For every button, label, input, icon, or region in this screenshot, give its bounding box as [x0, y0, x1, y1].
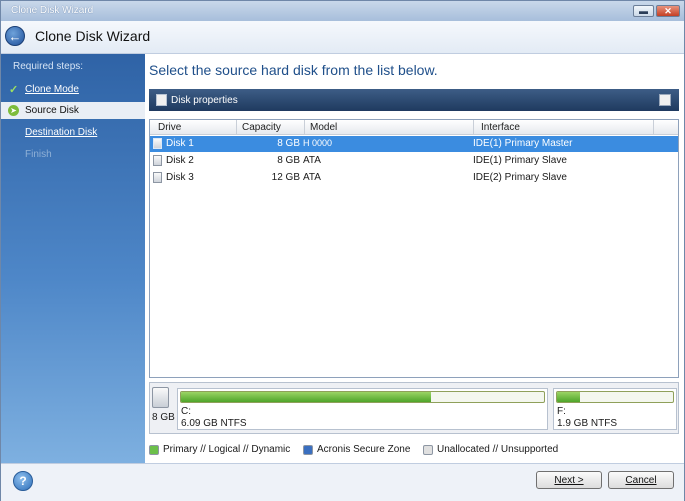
cell-model: ATA: [303, 155, 321, 166]
partition-usage-fill: [181, 392, 432, 402]
window-title: Clone Disk Wizard: [11, 5, 94, 16]
cell-drive: Disk 1: [166, 138, 194, 149]
steps-heading: Required steps:: [13, 61, 84, 72]
partition-info: 1.9 GB NTFS: [557, 418, 618, 429]
column-header-drive[interactable]: Drive: [158, 122, 181, 133]
partition-name: C:: [181, 406, 191, 417]
sidebar-item-label: Clone Mode: [25, 84, 79, 95]
checkmark-icon: ✓: [9, 84, 19, 96]
cell-capacity: 8 GB: [277, 138, 300, 149]
column-divider[interactable]: [236, 120, 237, 134]
disk-size-label: 8 GB: [152, 412, 175, 423]
legend-label: Acronis Secure Zone: [317, 444, 411, 455]
steps-sidebar: Required steps: ✓ Clone Mode ➤ Source Di…: [1, 54, 145, 463]
column-header-capacity[interactable]: Capacity: [242, 122, 281, 133]
column-divider[interactable]: [304, 120, 305, 134]
table-row[interactable]: Disk 3 12 GB ATA IDE(2) Primary Slave: [150, 170, 678, 186]
sidebar-item-finish: Finish: [1, 146, 145, 163]
wizard-header: ← Clone Disk Wizard: [1, 21, 684, 54]
column-header-interface[interactable]: Interface: [481, 122, 520, 133]
partition-legend: Primary // Logical // Dynamic Acronis Se…: [149, 444, 679, 458]
cell-drive: Disk 2: [166, 155, 194, 166]
disk-icon: [153, 138, 162, 149]
legend-swatch: [423, 444, 433, 455]
partition-info: 6.09 GB NTFS: [181, 418, 247, 429]
legend-swatch: [303, 444, 313, 455]
instruction-text: Select the source hard disk from the lis…: [149, 62, 438, 78]
column-divider[interactable]: [473, 120, 474, 134]
partition-usage-fill: [557, 392, 581, 402]
cell-model: ATA: [303, 172, 321, 183]
cell-model: H 0000: [303, 138, 333, 148]
wizard-footer: ? Next > Cancel: [1, 463, 684, 501]
table-row[interactable]: Disk 2 8 GB ATA IDE(1) Primary Slave: [150, 153, 678, 169]
sidebar-item-source-disk: ➤ Source Disk: [1, 102, 145, 119]
legend-label: Primary // Logical // Dynamic: [163, 444, 291, 455]
column-header-model[interactable]: Model: [310, 122, 337, 133]
cell-capacity: 12 GB: [271, 172, 300, 183]
sidebar-item-clone-mode[interactable]: ✓ Clone Mode: [1, 81, 145, 98]
sidebar-item-label: Source Disk: [25, 105, 79, 116]
cell-interface: IDE(1) Primary Slave: [473, 155, 567, 166]
legend-label: Unallocated // Unsupported: [437, 444, 559, 455]
table-header: Drive Capacity Model Interface: [150, 120, 678, 135]
disk-map: 8 GB C: 6.09 GB NTFS F: 1.9 GB NTFS: [149, 382, 679, 434]
close-icon: ✕: [664, 5, 672, 16]
next-button-label: Next >: [554, 474, 584, 486]
back-button[interactable]: ←: [5, 26, 25, 46]
partition-usage-bar: [180, 391, 545, 403]
legend-item-unallocated: Unallocated // Unsupported: [423, 444, 558, 455]
main-panel: Select the source hard disk from the lis…: [145, 54, 684, 463]
cell-drive: Disk 3: [166, 172, 194, 183]
legend-item-primary: Primary // Logical // Dynamic: [149, 444, 290, 455]
table-row[interactable]: Disk 1 8 GB H 0000 IDE(1) Primary Master: [150, 136, 678, 152]
disk-icon: [153, 172, 162, 183]
cell-capacity: 8 GB: [277, 155, 300, 166]
partition-f[interactable]: F: 1.9 GB NTFS: [553, 388, 677, 430]
legend-swatch: [149, 444, 159, 455]
sidebar-item-label: Finish: [25, 149, 52, 160]
help-icon: ?: [19, 474, 27, 488]
cancel-button-label: Cancel: [625, 474, 657, 486]
columns-icon[interactable]: [659, 94, 671, 106]
column-divider[interactable]: [653, 120, 654, 134]
back-arrow-icon: ←: [8, 28, 22, 44]
disk-icon: [153, 155, 162, 166]
sidebar-item-label: Destination Disk: [25, 127, 98, 138]
minimize-button[interactable]: ▬: [633, 5, 654, 17]
legend-item-secure-zone: Acronis Secure Zone: [303, 444, 410, 455]
partition-name: F:: [557, 406, 566, 417]
hard-disk-icon: [152, 387, 169, 408]
cell-interface: IDE(2) Primary Slave: [473, 172, 567, 183]
partition-usage-bar: [556, 391, 674, 403]
title-bar: Clone Disk Wizard ▬ ✕: [1, 1, 684, 21]
partition-c[interactable]: C: 6.09 GB NTFS: [177, 388, 548, 430]
cell-interface: IDE(1) Primary Master: [473, 138, 573, 149]
wizard-window: Clone Disk Wizard ▬ ✕ ← Clone Disk Wizar…: [0, 0, 685, 501]
disk-properties-button[interactable]: Disk properties: [171, 95, 238, 106]
help-button[interactable]: ?: [13, 471, 33, 491]
next-button[interactable]: Next >: [536, 471, 602, 489]
minimize-icon: ▬: [639, 6, 648, 16]
current-step-arrow-icon: ➤: [8, 105, 19, 116]
cancel-button[interactable]: Cancel: [608, 471, 674, 489]
disk-properties-toolbar: Disk properties: [149, 89, 679, 111]
close-button[interactable]: ✕: [656, 5, 680, 17]
disk-table: Drive Capacity Model Interface Disk 1 8 …: [149, 119, 679, 378]
disk-properties-icon[interactable]: [156, 94, 167, 106]
page-title: Clone Disk Wizard: [35, 28, 151, 44]
sidebar-item-destination-disk[interactable]: Destination Disk: [1, 124, 145, 141]
